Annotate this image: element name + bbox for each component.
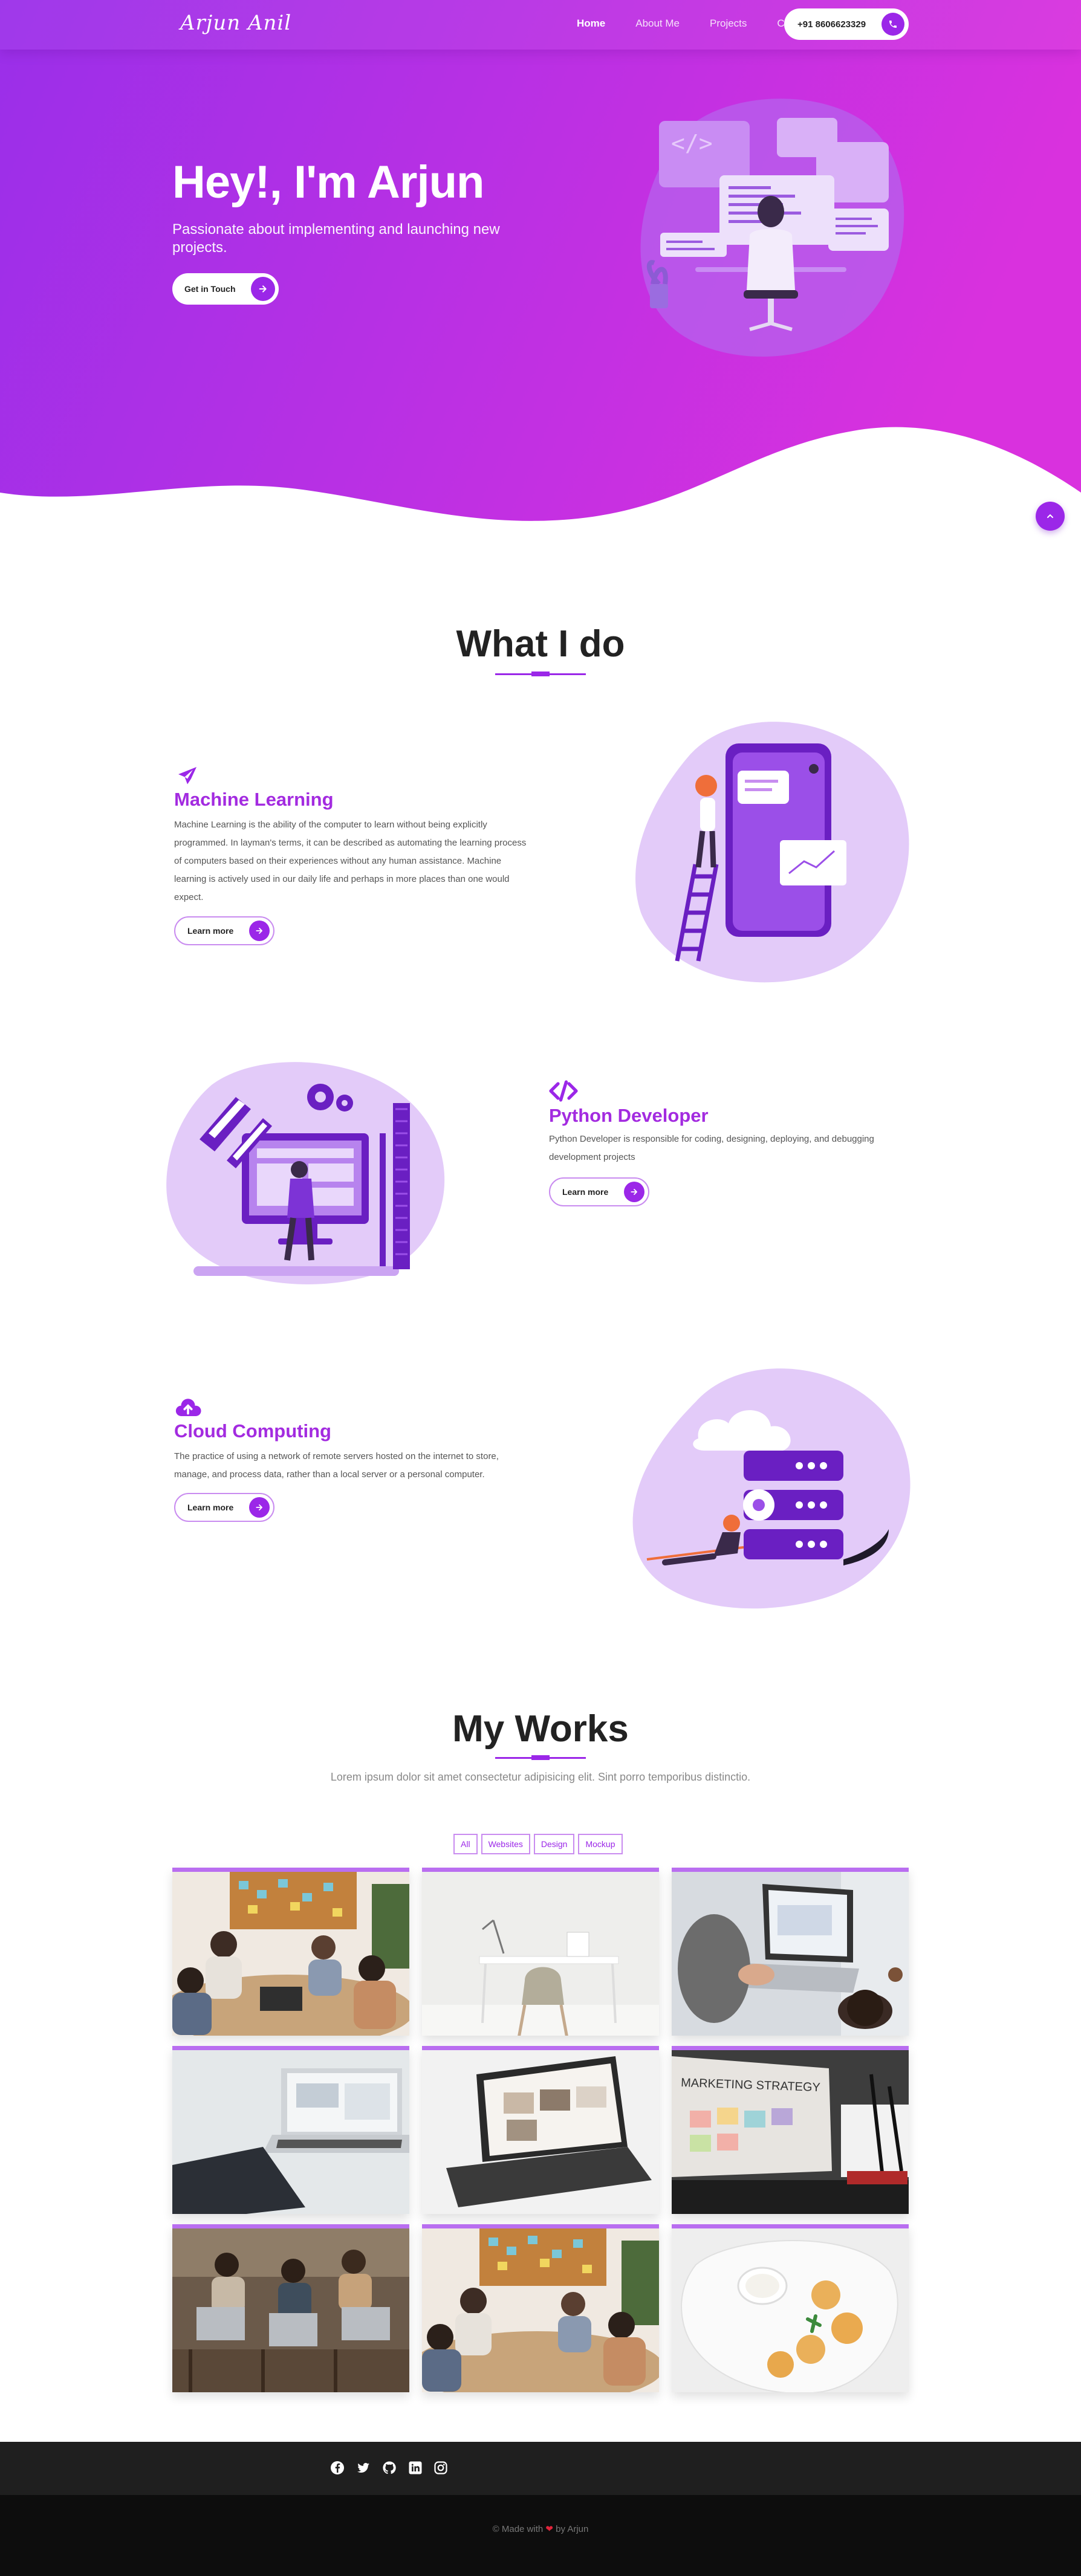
works-filters: All Websites Design Mockup xyxy=(453,1834,623,1854)
filter-websites[interactable]: Websites xyxy=(481,1834,530,1854)
nav-about-me[interactable]: About Me xyxy=(635,18,680,30)
arrow-right-icon xyxy=(251,277,275,301)
heart-icon: ❤ xyxy=(545,2524,553,2534)
paper-plane-icon xyxy=(178,767,196,785)
learn-more-button-python-developer[interactable]: Learn more xyxy=(549,1177,649,1206)
works-title: My Works xyxy=(452,1708,629,1750)
work-item-marketing-strategy[interactable]: MARKETING STRATEGY xyxy=(672,2046,909,2214)
twitter-icon[interactable] xyxy=(356,2461,371,2475)
developer-illustration: </> xyxy=(640,99,904,357)
team-meeting-photo-2 xyxy=(422,2228,659,2392)
chevron-up-icon xyxy=(1047,514,1053,518)
scroll-to-top-button[interactable] xyxy=(1036,502,1065,531)
hero-section: Arjun Anil Home About Me Projects Contac… xyxy=(0,0,1081,544)
phone-button[interactable]: +91 8606623329 xyxy=(784,8,909,40)
footer-made-with: © Made with xyxy=(492,2524,544,2534)
work-item-white-desk[interactable] xyxy=(422,1868,659,2036)
learn-more-label: Learn more xyxy=(187,1503,234,1512)
nav-projects[interactable]: Projects xyxy=(710,18,747,30)
work-item-laptop-notebook[interactable] xyxy=(172,2046,409,2214)
cloud-upload-icon xyxy=(175,1399,201,1416)
filter-mockup[interactable]: Mockup xyxy=(578,1834,623,1854)
works-title-underline xyxy=(495,1755,586,1760)
code-icon xyxy=(549,1080,578,1102)
hero-title: Hey!, I'm Arjun xyxy=(172,157,484,208)
navbar: Arjun Anil Home About Me Projects Contac… xyxy=(0,0,1081,50)
filter-design[interactable]: Design xyxy=(533,1834,575,1854)
arrow-right-icon xyxy=(249,921,270,941)
works-subtitle: Lorem ipsum dolor sit amet consectetur a… xyxy=(330,1771,751,1783)
python-developer-illustration xyxy=(166,1062,445,1284)
service-desc-machine-learning: Machine Learning is the ability of the c… xyxy=(174,820,527,902)
laptop-notebook-photo xyxy=(172,2050,409,2214)
footer-by: by Arjun xyxy=(556,2524,589,2534)
service-desc-cloud-computing: The practice of using a network of remot… xyxy=(174,1451,499,1480)
phone-number: +91 8606623329 xyxy=(797,19,866,30)
instagram-icon[interactable] xyxy=(433,2461,448,2475)
work-item-group-laptops[interactable] xyxy=(172,2224,409,2392)
service-title-python-developer: Python Developer xyxy=(549,1105,709,1126)
work-item-laptop-dark[interactable] xyxy=(422,2046,659,2214)
work-item-team-meeting[interactable] xyxy=(172,1868,409,2036)
marketing-strategy-photo: MARKETING STRATEGY xyxy=(672,2050,909,2214)
learn-more-label: Learn more xyxy=(562,1187,609,1197)
logo[interactable]: Arjun Anil xyxy=(180,11,291,35)
machine-learning-illustration xyxy=(635,722,909,983)
facebook-icon[interactable] xyxy=(330,2461,345,2475)
hero-background xyxy=(0,0,1081,521)
work-item-laptop-coffee[interactable] xyxy=(672,1868,909,2036)
cloud-computing-illustration xyxy=(632,1368,911,1609)
filter-all[interactable]: All xyxy=(453,1834,478,1854)
page: Arjun Anil Home About Me Projects Contac… xyxy=(0,0,1081,2576)
phone-icon xyxy=(881,13,904,36)
white-desk-photo xyxy=(422,1872,659,2036)
arrow-right-icon xyxy=(624,1182,644,1202)
hero-subtitle: Passionate about implementing and launch… xyxy=(172,221,500,256)
github-icon[interactable] xyxy=(382,2461,397,2475)
arrow-right-icon xyxy=(249,1497,270,1518)
services-title: What I do xyxy=(456,623,625,665)
get-in-touch-button[interactable]: Get in Touch xyxy=(172,273,279,305)
work-item-food-plate[interactable] xyxy=(672,2224,909,2392)
group-laptops-photo xyxy=(172,2228,409,2392)
svg-text:</>: </> xyxy=(671,130,713,157)
learn-more-label: Learn more xyxy=(187,926,234,936)
service-title-cloud-computing: Cloud Computing xyxy=(174,1420,331,1442)
learn-more-button-machine-learning[interactable]: Learn more xyxy=(174,916,274,945)
nav-home[interactable]: Home xyxy=(577,18,605,30)
food-plate-photo xyxy=(672,2228,909,2392)
team-meeting-photo xyxy=(172,1872,409,2036)
laptop-coffee-photo xyxy=(672,1872,909,2036)
footer-bottom xyxy=(0,2495,1081,2576)
laptop-dark-photo xyxy=(422,2050,659,2214)
services-title-underline xyxy=(495,672,586,676)
footer-credit: © Made with ❤ by Arjun xyxy=(0,2523,1081,2534)
service-desc-python-developer: Python Developer is responsible for codi… xyxy=(549,1134,874,1162)
linkedin-icon[interactable] xyxy=(408,2461,423,2475)
service-title-machine-learning: Machine Learning xyxy=(174,789,334,810)
get-in-touch-label: Get in Touch xyxy=(184,284,236,294)
footer-social-bar xyxy=(0,2442,1081,2495)
work-item-team-meeting-2[interactable] xyxy=(422,2224,659,2392)
learn-more-button-cloud-computing[interactable]: Learn more xyxy=(174,1493,274,1522)
